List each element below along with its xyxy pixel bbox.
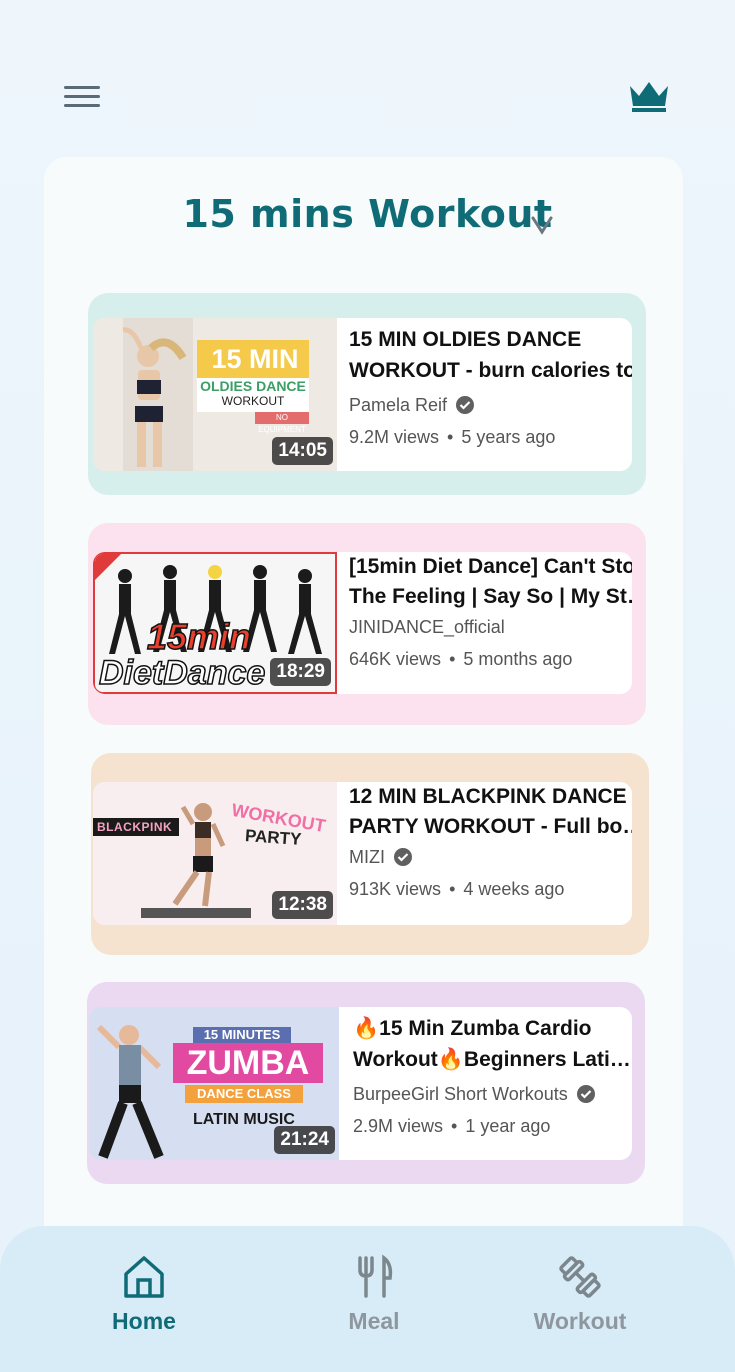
video-card[interactable]: 15min DietDance 18:29 [15min Diet Dance]…	[93, 552, 632, 694]
section-title: 15 mins Workout	[182, 192, 553, 236]
thumbnail-text: 15 MIN	[211, 344, 299, 374]
channel-name[interactable]: Pamela Reif	[349, 390, 632, 420]
thumbnail-text: 15 MINUTES	[203, 1027, 281, 1042]
meta-separator: •	[449, 648, 456, 669]
thumbnail-text: DietDance	[98, 653, 266, 692]
verified-icon	[576, 1085, 595, 1103]
verified-icon	[456, 396, 475, 414]
video-meta: 646K views • 5 months ago	[349, 644, 632, 674]
meta-separator: •	[451, 1115, 458, 1136]
duration-badge: 14:05	[272, 437, 333, 465]
duration-badge: 12:38	[272, 891, 333, 919]
video-card[interactable]: 15 MINUTES ZUMBA DANCE CLASS LATIN MUSIC…	[89, 1007, 632, 1160]
nav-item-home[interactable]: Home	[64, 1254, 224, 1335]
nav-label-home: Home	[112, 1308, 176, 1334]
thumbnail-text: PARTY	[244, 826, 302, 849]
hamburger-menu-icon	[64, 86, 100, 89]
video-thumbnail[interactable]: 15 MIN OLDIES DANCE WORKOUT NO EQUIPMENT…	[93, 318, 337, 471]
video-thumbnail[interactable]: BLACKPINK WORKOUT PARTY 12:38	[93, 782, 337, 925]
view-count: 9.2M views	[349, 426, 440, 447]
video-meta: 913K views • 4 weeks ago	[349, 874, 632, 904]
thumbnail-text: WORKOUT	[221, 394, 285, 408]
home-icon	[124, 1256, 164, 1298]
view-count: 2.9M views	[353, 1115, 444, 1136]
duration-badge: 18:29	[270, 658, 331, 686]
channel-name[interactable]: MIZI	[349, 842, 632, 872]
video-meta: 2.9M views • 1 year ago	[353, 1111, 632, 1141]
thumbnail-text: ZUMBA	[186, 1044, 310, 1082]
meta-separator: •	[447, 426, 454, 447]
crown-icon	[630, 82, 668, 112]
video-title[interactable]: 🔥15 Min Zumba Cardio Workout🔥Beginners L…	[353, 1013, 632, 1075]
thumbnail-text: NO EQUIPMENT	[258, 413, 306, 434]
thumbnail-text: DANCE CLASS	[197, 1086, 291, 1101]
nav-label-meal: Meal	[348, 1308, 400, 1334]
section-title-row[interactable]: 15 mins Workout	[0, 192, 735, 236]
view-count: 646K views	[349, 648, 442, 669]
view-count: 913K views	[349, 878, 442, 899]
upload-age: 5 months ago	[463, 648, 573, 669]
channel-name[interactable]: BurpeeGirl Short Workouts	[353, 1079, 632, 1109]
app-screen: 15 mins Workout 15 MIN OLDIES DANCE WORK…	[0, 0, 735, 1372]
video-meta: 9.2M views • 5 years ago	[349, 422, 632, 452]
video-title[interactable]: 15 MIN OLDIES DANCE WORKOUT - burn calor…	[349, 324, 632, 386]
nav-item-workout[interactable]: Workout	[500, 1254, 660, 1335]
video-info: 12 MIN BLACKPINK DANCE PARTY WORKOUT - F…	[337, 782, 632, 925]
upload-age: 4 weeks ago	[463, 878, 565, 899]
upload-age: 5 years ago	[461, 426, 556, 447]
video-card[interactable]: BLACKPINK WORKOUT PARTY 12:38 12 MIN BLA…	[93, 782, 632, 925]
verified-icon	[394, 848, 412, 866]
nav-label-workout: Workout	[533, 1308, 627, 1334]
video-info: 15 MIN OLDIES DANCE WORKOUT - burn calor…	[337, 318, 632, 471]
video-thumbnail[interactable]: 15min DietDance 18:29	[93, 552, 337, 694]
hamburger-menu-button[interactable]	[62, 86, 102, 112]
fork-knife-icon	[358, 1254, 393, 1298]
thumbnail-text: BLACKPINK	[97, 820, 173, 834]
video-info: [15min Diet Dance] Can't Stop The Feelin…	[337, 552, 632, 694]
thumbnail-text: OLDIES DANCE	[200, 378, 306, 394]
channel-name[interactable]: JINIDANCE_official	[349, 612, 632, 642]
video-title[interactable]: [15min Diet Dance] Can't Stop The Feelin…	[349, 552, 632, 612]
video-thumbnail[interactable]: 15 MINUTES ZUMBA DANCE CLASS LATIN MUSIC…	[89, 1007, 339, 1160]
video-info: 🔥15 Min Zumba Cardio Workout🔥Beginners L…	[339, 1007, 632, 1160]
chevron-down-icon[interactable]	[530, 212, 554, 236]
meta-separator: •	[449, 878, 456, 899]
upload-age: 1 year ago	[465, 1115, 551, 1136]
thumbnail-text: 15min	[146, 615, 252, 658]
dumbbell-icon	[559, 1256, 601, 1298]
duration-badge: 21:24	[274, 1126, 335, 1154]
nav-item-meal[interactable]: Meal	[294, 1254, 454, 1335]
video-card[interactable]: 15 MIN OLDIES DANCE WORKOUT NO EQUIPMENT…	[93, 318, 632, 471]
premium-button[interactable]	[627, 78, 673, 116]
video-title[interactable]: 12 MIN BLACKPINK DANCE PARTY WORKOUT - F…	[349, 782, 632, 842]
bottom-navigation: Home Meal Workout	[0, 1226, 735, 1372]
